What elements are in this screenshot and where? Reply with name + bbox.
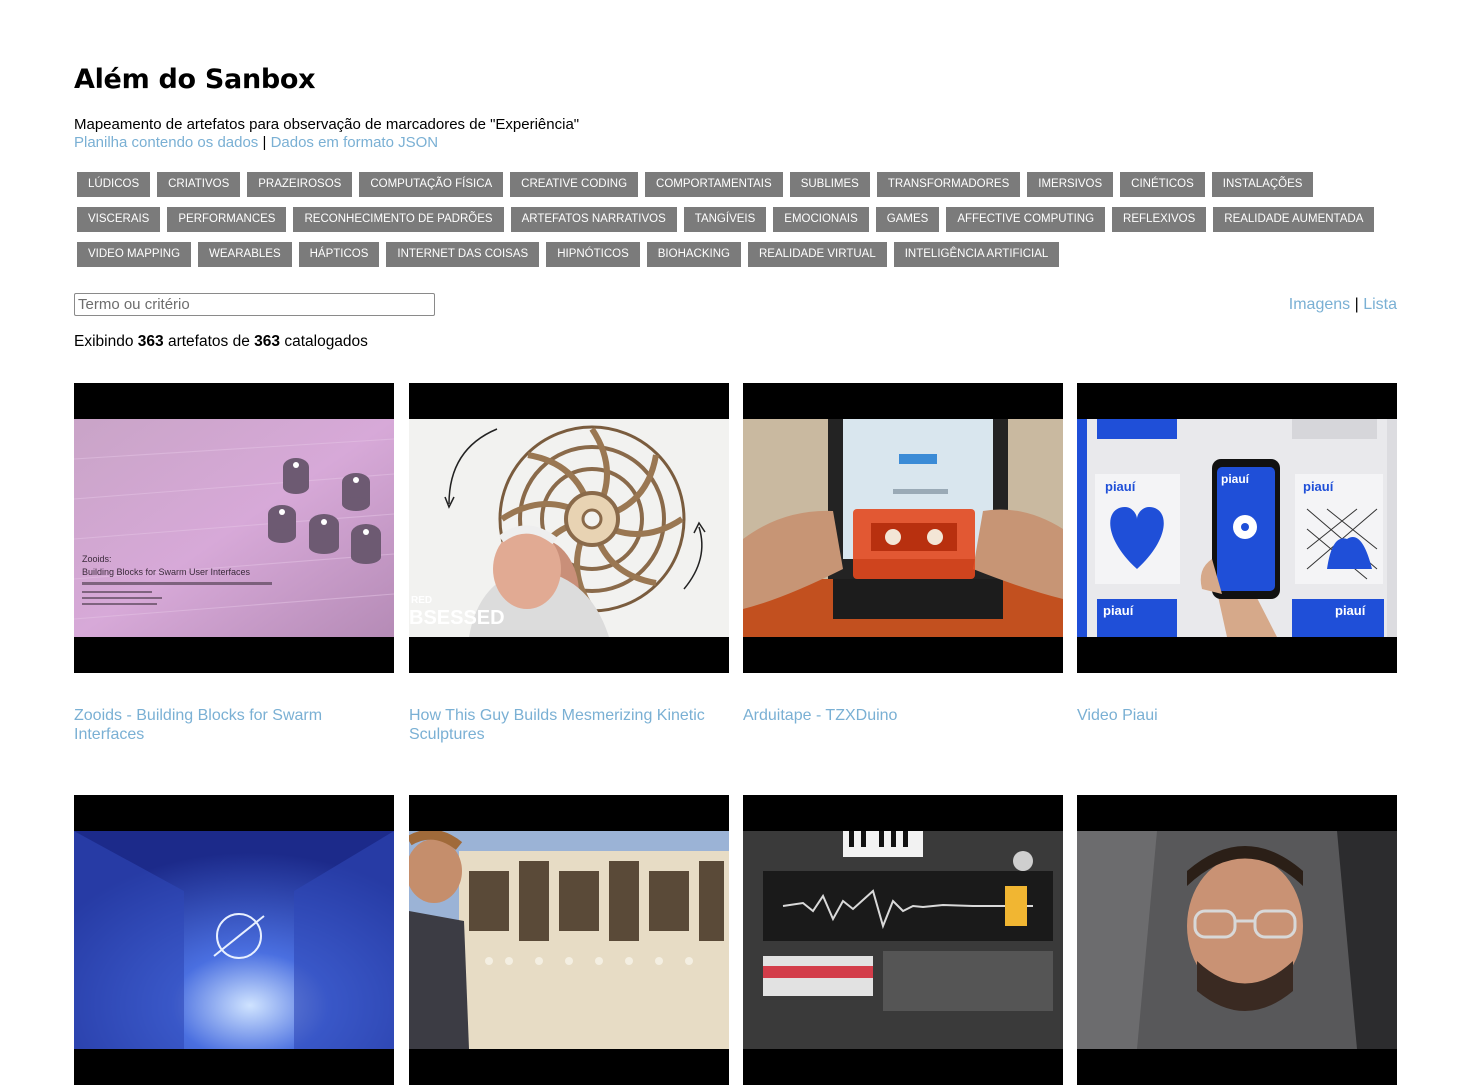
zooids-image: Zooids: Building Blocks for Swarm User I… — [74, 419, 394, 637]
tag-creative-coding[interactable]: CREATIVE CODING — [510, 172, 639, 197]
piaui-magazine-title: piauí — [1335, 603, 1366, 618]
artifact-card: Arduitape - TZXDuino — [743, 383, 1063, 724]
search-input[interactable] — [74, 293, 435, 316]
arduitape-image — [743, 419, 1063, 637]
video-frame — [743, 831, 1063, 1049]
music-device-image — [743, 831, 1063, 1049]
artifact-title-link[interactable]: How This Guy Builds Mesmerizing Kinetic … — [409, 706, 709, 744]
artifact-thumbnail[interactable]: Zooids: Building Blocks for Swarm User I… — [74, 383, 394, 673]
tag-transformadores[interactable]: TRANSFORMADORES — [876, 172, 1021, 197]
tag-games[interactable]: GAMES — [875, 207, 940, 232]
artifact-title-link[interactable]: Video Piaui — [1077, 706, 1377, 725]
piaui-image: piauí piauí piauí piauí piauí — [1077, 419, 1397, 637]
count-middle: artefatos de — [167, 333, 250, 350]
tag-hapticos[interactable]: HÁPTICOS — [298, 242, 380, 267]
view-list-link[interactable]: Lista — [1363, 296, 1397, 313]
artifact-thumbnail[interactable]: RED BSESSED — [409, 383, 729, 673]
page-title: Além do Sanbox — [74, 64, 316, 95]
tag-realidade-aumentada[interactable]: REALIDADE AUMENTADA — [1213, 207, 1375, 232]
tag-filter-list: LÚDICOS CRIATIVOS PRAZEIROSOS COMPUTAÇÃO FÍ… — [77, 172, 1397, 277]
view-toggle: Imagens | Lista — [1289, 296, 1397, 314]
tag-biohacking[interactable]: BIOHACKING — [646, 242, 741, 267]
spreadsheet-link[interactable]: Planilha contendo os dados — [74, 134, 258, 151]
page-subtitle: Mapeamento de artefatos para observação … — [74, 116, 580, 133]
piaui-magazine-title: piauí — [1105, 479, 1136, 494]
piaui-magazine-title: piauí — [1303, 479, 1334, 494]
zooids-overlay-subtitle: Building Blocks for Swarm User Interface… — [82, 567, 251, 577]
video-frame — [74, 831, 394, 1049]
tag-ludicos[interactable]: LÚDICOS — [77, 172, 151, 197]
tag-video-mapping[interactable]: VIDEO MAPPING — [77, 242, 192, 267]
json-link[interactable]: Dados em formato JSON — [271, 134, 439, 151]
link-separator: | — [262, 134, 267, 151]
video-frame: piauí piauí piauí piauí piauí — [1077, 419, 1397, 637]
video-frame: Zooids: Building Blocks for Swarm User I… — [74, 419, 394, 637]
tag-instalacoes[interactable]: INSTALAÇÕES — [1211, 172, 1314, 197]
tag-wearables[interactable]: WEARABLES — [198, 242, 292, 267]
video-frame — [743, 419, 1063, 637]
video-frame — [1077, 831, 1397, 1049]
artifact-card — [74, 795, 394, 1085]
count-shown: 363 — [137, 333, 164, 350]
artifact-thumbnail[interactable]: piauí piauí piauí piauí piauí — [1077, 383, 1397, 673]
tag-viscerais[interactable]: VISCERAIS — [77, 207, 161, 232]
piaui-magazine-title: piauí — [1103, 603, 1134, 618]
tag-imersivos[interactable]: IMERSIVOS — [1027, 172, 1114, 197]
artifact-card: Zooids: Building Blocks for Swarm User I… — [74, 383, 394, 743]
artifact-card: piauí piauí piauí piauí piauí Video Piau… — [1077, 383, 1397, 724]
tag-realidade-virtual[interactable]: REALIDADE VIRTUAL — [747, 242, 887, 267]
data-links: Planilha contendo os dados | Dados em fo… — [74, 134, 438, 152]
video-frame — [409, 831, 729, 1049]
tag-prazeirosos[interactable]: PRAZEIROSOS — [247, 172, 353, 197]
artifact-card — [743, 795, 1063, 1085]
zooids-overlay-title: Zooids: — [82, 554, 112, 564]
modular-synth-image — [409, 831, 729, 1049]
count-total: 363 — [254, 333, 281, 350]
artifact-title-link[interactable]: Arduitape - TZXDuino — [743, 706, 1043, 725]
light-installation-image — [74, 831, 394, 1049]
wired-red-badge: RED — [411, 595, 432, 606]
result-count: Exibindo 363 artefatos de 363 catalogado… — [74, 333, 368, 351]
tag-criativos[interactable]: CRIATIVOS — [157, 172, 241, 197]
tag-cineticos[interactable]: CINÉTICOS — [1120, 172, 1205, 197]
tag-internet-das-coisas[interactable]: INTERNET DAS COISAS — [386, 242, 540, 267]
tag-hipnoticos[interactable]: HIPNÓTICOS — [546, 242, 640, 267]
tag-sublimes[interactable]: SUBLIMES — [789, 172, 870, 197]
artifact-thumbnail[interactable] — [409, 795, 729, 1085]
artifact-card — [409, 795, 729, 1085]
tag-reflexivos[interactable]: REFLEXIVOS — [1112, 207, 1207, 232]
tag-comportamentais[interactable]: COMPORTAMENTAIS — [645, 172, 783, 197]
tag-emocionais[interactable]: EMOCIONAIS — [773, 207, 869, 232]
count-suffix: catalogados — [284, 333, 368, 350]
tag-reconhecimento-de-padroes[interactable]: RECONHECIMENTO DE PADRÕES — [293, 207, 504, 232]
artifact-thumbnail[interactable] — [74, 795, 394, 1085]
car-interior-image — [1077, 831, 1397, 1049]
artifact-title-link[interactable]: Zooids - Building Blocks for Swarm Inter… — [74, 706, 374, 744]
wired-obsessed-logo: BSESSED — [409, 607, 505, 629]
count-prefix: Exibindo — [74, 333, 134, 350]
tag-inteligencia-artificial[interactable]: INTELIGÊNCIA ARTIFICIAL — [893, 242, 1060, 267]
view-separator: | — [1354, 296, 1359, 313]
artifact-card — [1077, 795, 1397, 1085]
video-frame: RED BSESSED — [409, 419, 729, 637]
view-images-link[interactable]: Imagens — [1289, 296, 1350, 313]
artifact-thumbnail[interactable] — [1077, 795, 1397, 1085]
artifact-card: RED BSESSED How This Guy Builds Mesmeriz… — [409, 383, 729, 743]
artifact-thumbnail[interactable] — [743, 795, 1063, 1085]
tag-performances[interactable]: PERFORMANCES — [167, 207, 287, 232]
tag-tangiveis[interactable]: TANGÍVEIS — [683, 207, 767, 232]
tag-artefatos-narrativos[interactable]: ARTEFATOS NARRATIVOS — [510, 207, 677, 232]
tag-computacao-fisica[interactable]: COMPUTAÇÃO FÍSICA — [359, 172, 504, 197]
artifact-thumbnail[interactable] — [743, 383, 1063, 673]
kinetic-sculpture-image: RED BSESSED — [409, 419, 729, 637]
piaui-phone-title: piauí — [1221, 472, 1250, 486]
tag-affective-computing[interactable]: AFFECTIVE COMPUTING — [946, 207, 1106, 232]
